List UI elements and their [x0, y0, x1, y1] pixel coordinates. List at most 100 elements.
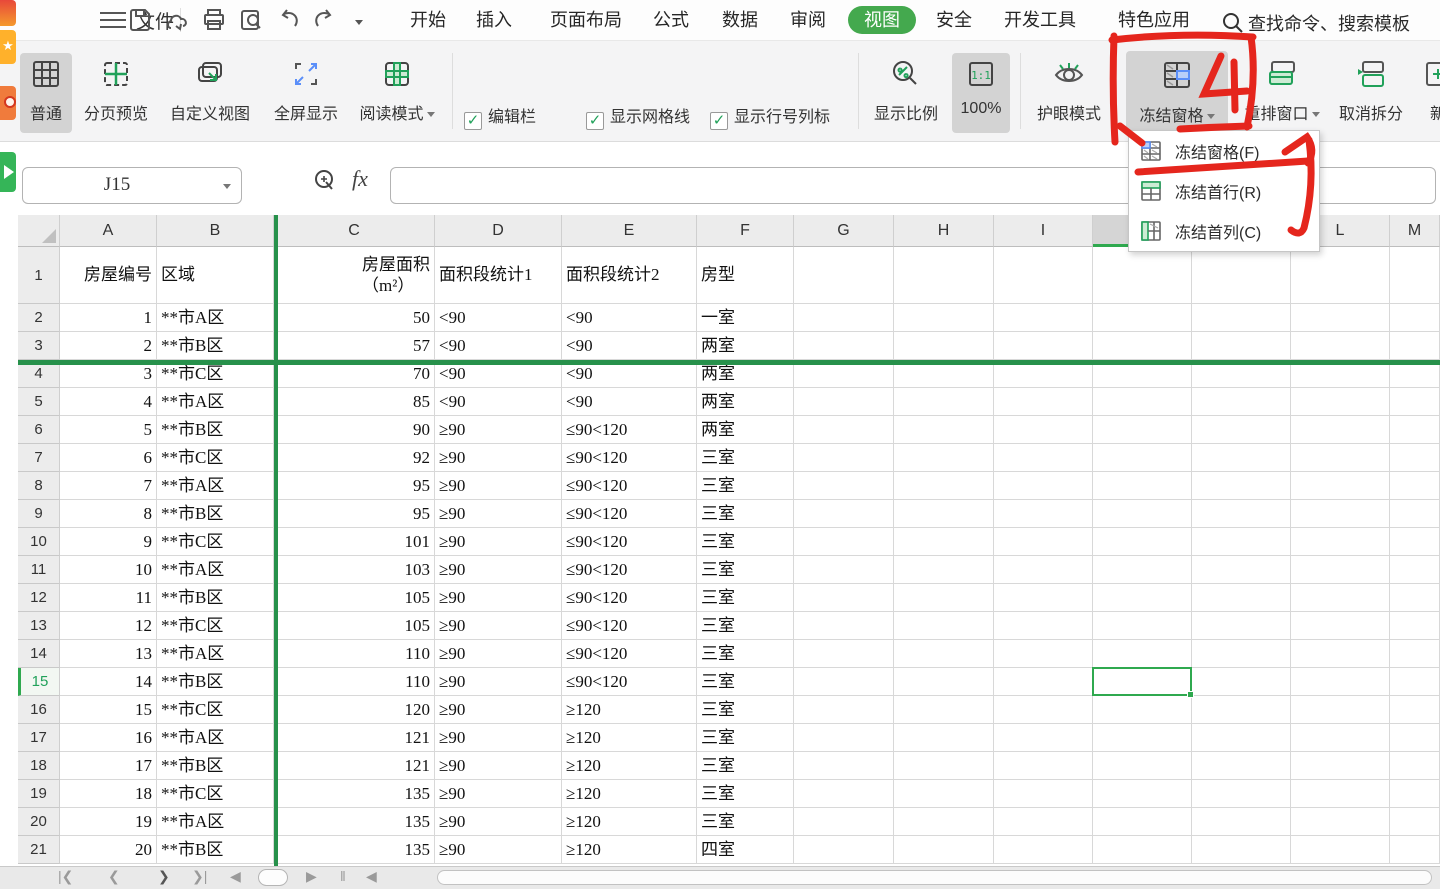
cell-E21[interactable]: ≥120 [562, 836, 697, 864]
row-header-6[interactable]: 6 [18, 416, 60, 444]
cell-E19[interactable]: ≥120 [562, 780, 697, 808]
cell-C8[interactable]: 95 [274, 472, 435, 500]
cell-H19[interactable] [894, 780, 994, 808]
cell-E15[interactable]: ≤90<120 [562, 668, 697, 696]
cell-M7[interactable] [1390, 444, 1440, 472]
cell-E14[interactable]: ≤90<120 [562, 640, 697, 668]
view-custom-button[interactable]: 自定义视图 [158, 59, 262, 124]
cell-D5[interactable]: <90 [435, 388, 562, 416]
cell-J20[interactable] [1093, 808, 1192, 836]
cell-B20[interactable]: **市A区 [157, 808, 274, 836]
cell-D9[interactable]: ≥90 [435, 500, 562, 528]
column-header-A[interactable]: A [60, 215, 157, 247]
cell-G12[interactable] [794, 584, 894, 612]
save-icon[interactable] [126, 6, 154, 34]
zoom-100-button[interactable]: 1:1 100% [952, 53, 1010, 133]
cell-B17[interactable]: **市A区 [157, 724, 274, 752]
cell-E18[interactable]: ≥120 [562, 752, 697, 780]
select-all-corner[interactable] [18, 215, 60, 247]
cell-K5[interactable] [1192, 388, 1291, 416]
cell-M12[interactable] [1390, 584, 1440, 612]
cell-K9[interactable] [1192, 500, 1291, 528]
cell-M18[interactable] [1390, 752, 1440, 780]
print-preview-icon[interactable] [237, 6, 265, 34]
row-header-13[interactable]: 13 [18, 612, 60, 640]
row-header-8[interactable]: 8 [18, 472, 60, 500]
cell-F9[interactable]: 三室 [697, 500, 794, 528]
cell-G18[interactable] [794, 752, 894, 780]
cell-K2[interactable] [1192, 304, 1291, 332]
cell-L5[interactable] [1291, 388, 1390, 416]
view-fullscreen-button[interactable]: 全屏显示 [268, 59, 344, 124]
cell-K6[interactable] [1192, 416, 1291, 444]
column-header-E[interactable]: E [562, 215, 697, 247]
row-header-11[interactable]: 11 [18, 556, 60, 584]
cell-L1[interactable] [1291, 247, 1390, 304]
cell-B8[interactable]: **市A区 [157, 472, 274, 500]
formula-zoom-icon[interactable] [312, 168, 338, 199]
cell-I10[interactable] [994, 528, 1093, 556]
cell-C16[interactable]: 120 [274, 696, 435, 724]
cell-H11[interactable] [894, 556, 994, 584]
cell-I15[interactable] [994, 668, 1093, 696]
cell-I19[interactable] [994, 780, 1093, 808]
cell-D13[interactable]: ≥90 [435, 612, 562, 640]
cell-H14[interactable] [894, 640, 994, 668]
hscroll-left-icon[interactable]: ◀ [366, 868, 377, 885]
menu-tab-3[interactable]: 页面布局 [542, 6, 630, 34]
cell-E16[interactable]: ≥120 [562, 696, 697, 724]
cell-D19[interactable]: ≥90 [435, 780, 562, 808]
cell-H2[interactable] [894, 304, 994, 332]
cell-A17[interactable]: 16 [60, 724, 157, 752]
cell-I5[interactable] [994, 388, 1093, 416]
cell-I16[interactable] [994, 696, 1093, 724]
view-reading-button[interactable]: 阅读模式 [350, 59, 444, 124]
cell-E13[interactable]: ≤90<120 [562, 612, 697, 640]
cell-H10[interactable] [894, 528, 994, 556]
cell-H5[interactable] [894, 388, 994, 416]
cell-F12[interactable]: 三室 [697, 584, 794, 612]
cell-B14[interactable]: **市A区 [157, 640, 274, 668]
row-header-16[interactable]: 16 [18, 696, 60, 724]
cell-G17[interactable] [794, 724, 894, 752]
cell-D18[interactable]: ≥90 [435, 752, 562, 780]
cell-D8[interactable]: ≥90 [435, 472, 562, 500]
cell-B16[interactable]: **市C区 [157, 696, 274, 724]
row-header-10[interactable]: 10 [18, 528, 60, 556]
print-icon[interactable] [200, 6, 228, 34]
cell-L2[interactable] [1291, 304, 1390, 332]
cell-C6[interactable]: 90 [274, 416, 435, 444]
cell-I14[interactable] [994, 640, 1093, 668]
first-sheet-button[interactable]: |❮ [58, 868, 73, 885]
cell-D21[interactable]: ≥90 [435, 836, 562, 864]
cell-F3[interactable]: 两室 [697, 332, 794, 360]
cell-D17[interactable]: ≥90 [435, 724, 562, 752]
row-header-2[interactable]: 2 [18, 304, 60, 332]
freeze-panes-button[interactable]: 冻结窗格 [1126, 51, 1228, 137]
cell-I11[interactable] [994, 556, 1093, 584]
cell-G8[interactable] [794, 472, 894, 500]
cell-F20[interactable]: 三室 [697, 808, 794, 836]
cell-E12[interactable]: ≤90<120 [562, 584, 697, 612]
cell-B2[interactable]: **市A区 [157, 304, 274, 332]
selected-cell[interactable] [1092, 667, 1192, 696]
spreadsheet-grid[interactable]: ABCDEFGHIJKLM1房屋编号区域房屋面积 （m²）面积段统计1面积段统计… [18, 215, 1440, 866]
cell-C10[interactable]: 101 [274, 528, 435, 556]
cell-F10[interactable]: 三室 [697, 528, 794, 556]
cell-L3[interactable] [1291, 332, 1390, 360]
cell-F6[interactable]: 两室 [697, 416, 794, 444]
cell-H21[interactable] [894, 836, 994, 864]
cell-H1[interactable] [894, 247, 994, 304]
cell-F5[interactable]: 两室 [697, 388, 794, 416]
cell-C5[interactable]: 85 [274, 388, 435, 416]
cell-D20[interactable]: ≥90 [435, 808, 562, 836]
cell-J17[interactable] [1093, 724, 1192, 752]
cell-M5[interactable] [1390, 388, 1440, 416]
row-header-7[interactable]: 7 [18, 444, 60, 472]
cell-G7[interactable] [794, 444, 894, 472]
cell-C21[interactable]: 135 [274, 836, 435, 864]
cell-E7[interactable]: ≤90<120 [562, 444, 697, 472]
cell-M21[interactable] [1390, 836, 1440, 864]
cell-J7[interactable] [1093, 444, 1192, 472]
cell-H6[interactable] [894, 416, 994, 444]
